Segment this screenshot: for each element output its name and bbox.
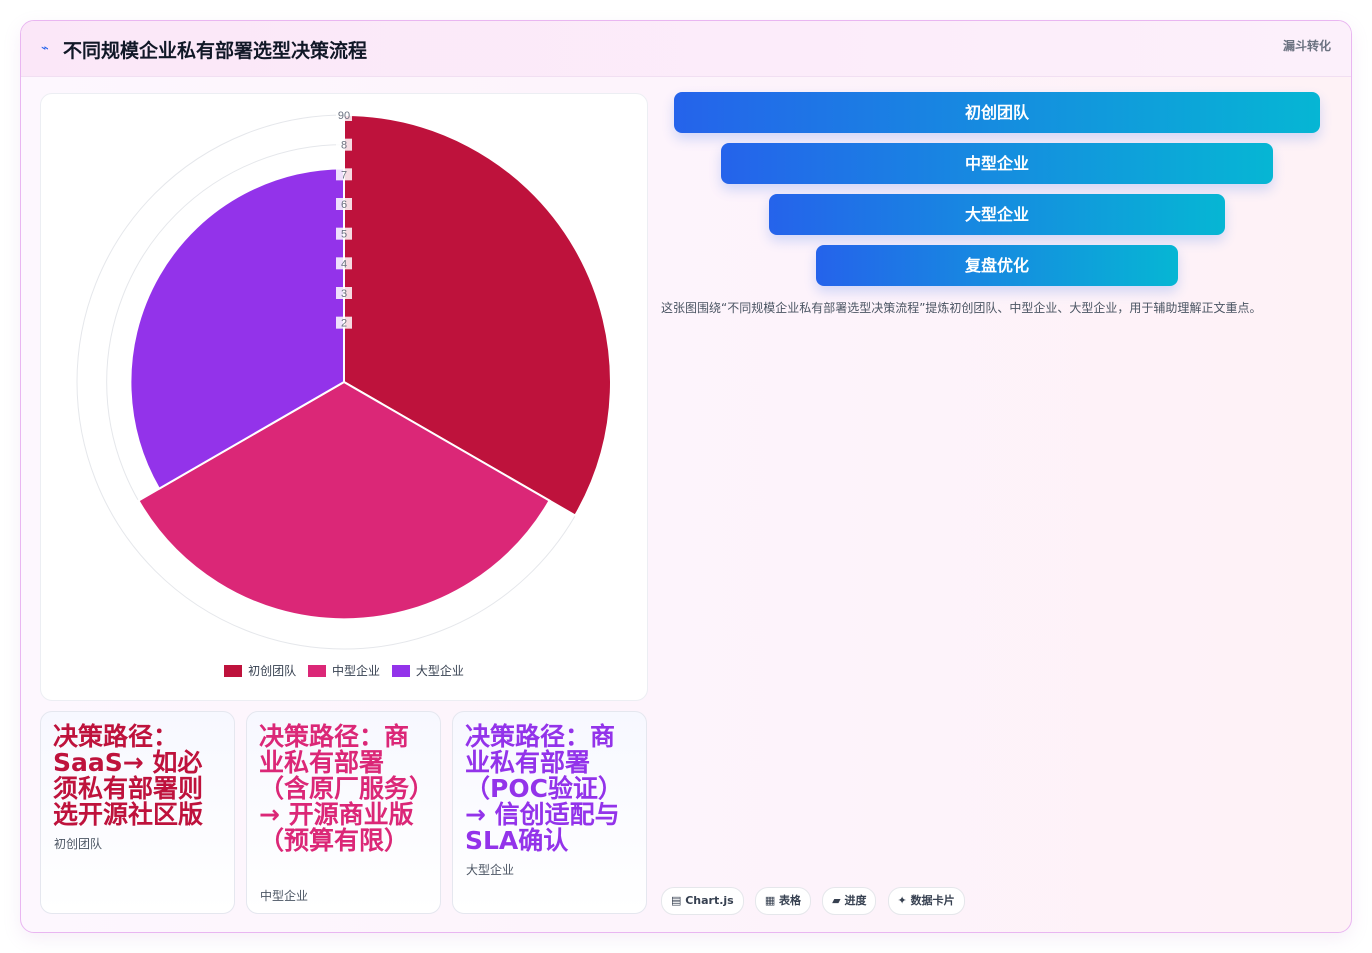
decision-card-midsize: 决策路径：商业私有部署（含原厂服务）→ 开源商业版（预算有限） 中型企业: [246, 711, 441, 914]
chart-line-icon: ⌁: [41, 41, 49, 56]
legend-label: 初创团队: [248, 664, 297, 678]
decision-card-subtitle: 初创团队: [54, 837, 103, 851]
r-tick-label: 6: [341, 199, 347, 211]
r-tick-label: 4: [341, 258, 347, 270]
page-title: 不同规模企业私有部署选型决策流程: [63, 40, 368, 62]
r-tick-label: 90: [338, 110, 350, 122]
r-tick-label: 3: [341, 288, 347, 300]
decision-card-subtitle: 大型企业: [466, 863, 515, 877]
main-card: ⌁ 不同规模企业私有部署选型决策流程 漏斗转化 2 3 4 5 6 7 8 90 初创团队 中…: [20, 20, 1352, 933]
decision-card-startup: 决策路径：SaaS→ 如必须私有部署则选开源社区版 初创团队: [40, 711, 235, 914]
funnel-step[interactable]: 复盘优化: [816, 245, 1178, 286]
r-tick-label: 8: [341, 140, 347, 152]
legend-item[interactable]: 中型企业: [307, 662, 380, 679]
legend-swatch: [307, 665, 326, 677]
chip-data-card[interactable]: ✦ 数据卡片: [887, 887, 965, 915]
chart-description: 这张图围绕“不同规模企业私有部署选型决策流程”提炼初创团队、中型企业、大型企业，…: [661, 301, 1262, 315]
polar-chart-panel: 2 3 4 5 6 7 8 90 初创团队 中型企业 大型企业: [40, 93, 648, 701]
funnel-step[interactable]: 中型企业: [721, 143, 1273, 184]
r-tick-label: 2: [341, 318, 347, 330]
decision-card-subtitle: 中型企业: [260, 889, 309, 903]
chip-table[interactable]: ▦ 表格: [754, 887, 812, 915]
legend-label: 大型企业: [415, 664, 464, 678]
decision-card-title: 决策路径：SaaS→ 如必须私有部署则选开源社区版: [53, 722, 204, 829]
legend-label: 中型企业: [331, 664, 380, 678]
legend-swatch: [391, 665, 410, 677]
polar-area-chart: 2 3 4 5 6 7 8 90: [76, 109, 612, 650]
chip-chartjs[interactable]: ▤ Chart.js: [661, 887, 744, 915]
chart-type-tag: 漏斗转化: [1282, 39, 1331, 53]
chart-legend: 初创团队 中型企业 大型企业: [41, 662, 647, 679]
decision-card-title: 决策路径：商业私有部署（POC验证）→ 信创适配与SLA确认: [465, 722, 623, 855]
legend-item[interactable]: 大型企业: [391, 662, 464, 679]
tool-chips: ▤ Chart.js ▦ 表格 ▰ 进度 ✦ 数据卡片: [661, 887, 971, 915]
header: ⌁ 不同规模企业私有部署选型决策流程 漏斗转化: [21, 21, 1351, 77]
decision-card-enterprise: 决策路径：商业私有部署（POC验证）→ 信创适配与SLA确认 大型企业: [452, 711, 647, 914]
r-tick-label: 5: [341, 229, 347, 241]
legend-item[interactable]: 初创团队: [224, 662, 296, 679]
decision-card-title: 决策路径：商业私有部署（含原厂服务）→ 开源商业版（预算有限）: [259, 722, 422, 855]
funnel-step[interactable]: 初创团队: [674, 92, 1320, 133]
chip-progress[interactable]: ▰ 进度: [822, 887, 877, 915]
funnel-step[interactable]: 大型企业: [769, 194, 1225, 235]
legend-swatch: [224, 665, 243, 677]
r-tick-label: 7: [341, 169, 347, 181]
